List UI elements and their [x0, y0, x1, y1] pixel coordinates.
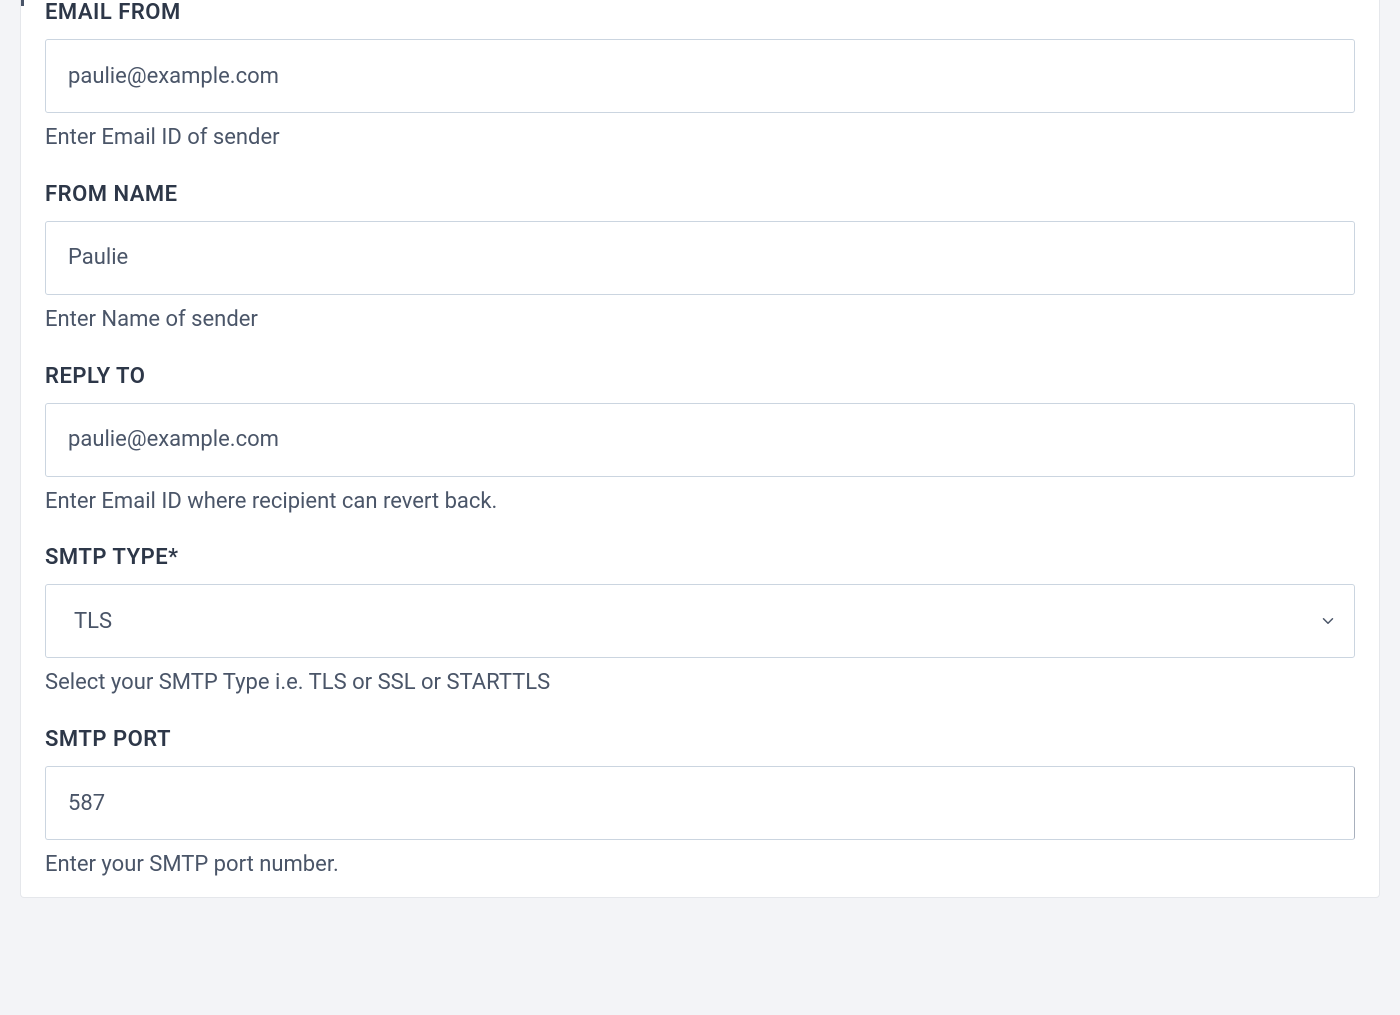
card-accent — [21, 0, 24, 6]
smtp-type-select[interactable]: TLS — [45, 584, 1355, 658]
reply-to-group: REPLY TO Enter Email ID where recipient … — [45, 364, 1355, 518]
email-from-input[interactable] — [45, 39, 1355, 113]
email-from-group: EMAIL FROM Enter Email ID of sender — [45, 0, 1355, 154]
email-from-help: Enter Email ID of sender — [45, 123, 1355, 154]
smtp-port-label: SMTP PORT — [45, 727, 1355, 752]
smtp-port-help: Enter your SMTP port number. — [45, 850, 1355, 881]
reply-to-help: Enter Email ID where recipient can rever… — [45, 487, 1355, 518]
smtp-type-help: Select your SMTP Type i.e. TLS or SSL or… — [45, 668, 1355, 699]
smtp-type-label: SMTP TYPE* — [45, 545, 1355, 570]
from-name-group: FROM NAME Enter Name of sender — [45, 182, 1355, 336]
smtp-type-select-wrap: TLS — [45, 584, 1355, 658]
smtp-port-input[interactable] — [45, 766, 1355, 840]
settings-form-card: EMAIL FROM Enter Email ID of sender FROM… — [20, 0, 1380, 898]
smtp-port-group: SMTP PORT Enter your SMTP port number. — [45, 727, 1355, 881]
from-name-label: FROM NAME — [45, 182, 1355, 207]
smtp-type-group: SMTP TYPE* TLS Select your SMTP Type i.e… — [45, 545, 1355, 699]
reply-to-label: REPLY TO — [45, 364, 1355, 389]
from-name-input[interactable] — [45, 221, 1355, 295]
email-from-label: EMAIL FROM — [45, 0, 1355, 25]
from-name-help: Enter Name of sender — [45, 305, 1355, 336]
reply-to-input[interactable] — [45, 403, 1355, 477]
